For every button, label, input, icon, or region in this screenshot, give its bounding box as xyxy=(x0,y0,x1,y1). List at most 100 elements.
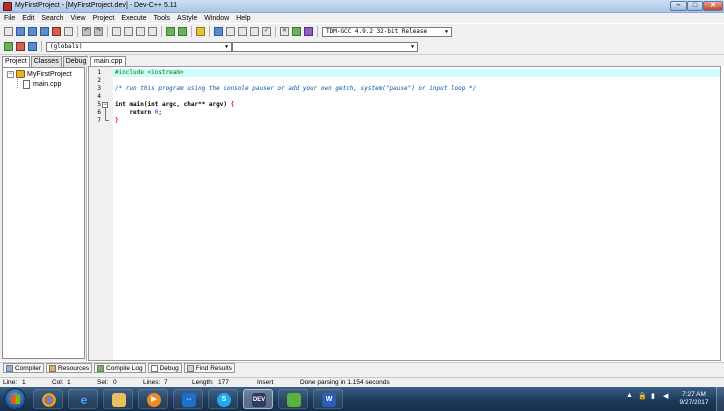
code-text: int main(int argc, char** argv) xyxy=(115,101,231,108)
security-lock-icon[interactable]: 🔒 xyxy=(638,392,647,400)
menu-edit[interactable]: Edit xyxy=(22,15,34,22)
toolbar-separator xyxy=(317,26,318,37)
code-area[interactable]: #include <iostream> /* run this program … xyxy=(113,67,720,360)
tab-compile-log-label: Compile Log xyxy=(106,364,143,372)
bookmark-icon[interactable] xyxy=(148,27,157,36)
windows-logo-icon xyxy=(11,395,20,404)
collapse-icon[interactable]: − xyxy=(7,70,14,78)
taskbar-word[interactable]: W xyxy=(313,389,343,409)
taskbar-explorer[interactable] xyxy=(103,389,133,409)
code-text: return xyxy=(115,109,155,116)
goto-line-icon[interactable] xyxy=(136,27,145,36)
menu-help[interactable]: Help xyxy=(236,15,250,22)
open-file-icon[interactable] xyxy=(16,27,25,36)
toggle-bookmark-icon[interactable] xyxy=(16,42,25,51)
remove-from-project-icon[interactable] xyxy=(178,27,187,36)
profile-chart-icon[interactable] xyxy=(292,27,301,36)
network-icon[interactable]: ▮ xyxy=(651,392,655,400)
project-options-icon[interactable] xyxy=(196,27,205,36)
save-icon[interactable] xyxy=(28,27,37,36)
syntax-check-icon[interactable]: ✓ xyxy=(262,27,271,36)
debug-check-icon xyxy=(150,364,158,372)
code-editor[interactable]: 1 2 3 4 5 6 7 − #include <iostream> /* r… xyxy=(88,66,721,361)
menu-file[interactable]: File xyxy=(4,15,15,22)
tab-project[interactable]: Project xyxy=(2,56,30,67)
undo-icon[interactable]: ↶ xyxy=(82,27,91,36)
line-gutter: 1 2 3 4 5 6 7 − xyxy=(89,67,113,360)
volume-icon[interactable]: ◀ xyxy=(663,392,668,400)
tab-find-results[interactable]: Find Results xyxy=(183,363,235,373)
line-number: 1 xyxy=(97,69,101,76)
new-project-icon[interactable] xyxy=(166,27,175,36)
tab-resources[interactable]: Resources xyxy=(46,363,93,373)
compile-icon[interactable] xyxy=(214,27,223,36)
save-all-icon[interactable] xyxy=(40,27,49,36)
compiler-select[interactable]: TDM-GCC 4.9.2 32-bit Release ▼ xyxy=(322,26,452,37)
windows-taskbar: e ▶ ⇔ S DEV W ▲ 🔒 ▮ ◀ 7:27 AM 9/27/2017 xyxy=(0,387,724,411)
menu-window[interactable]: Window xyxy=(204,15,229,22)
find-icon[interactable] xyxy=(112,27,121,36)
status-length-value: 177 xyxy=(218,379,229,386)
print-icon[interactable] xyxy=(64,27,73,36)
devcpp-app-icon xyxy=(3,2,12,11)
current-line-highlight xyxy=(113,69,720,77)
status-col-label: Col: xyxy=(52,379,64,386)
start-button[interactable] xyxy=(4,388,26,410)
chrome-icon xyxy=(42,393,56,407)
tab-debug[interactable]: Debug xyxy=(62,56,90,67)
close-button[interactable]: ✕ xyxy=(703,1,723,11)
menu-project[interactable]: Project xyxy=(93,15,115,22)
tab-compiler-label: Compiler xyxy=(15,364,42,372)
menu-astyle[interactable]: AStyle xyxy=(177,15,197,22)
toolbar-separator xyxy=(191,26,192,37)
show-desktop-button[interactable] xyxy=(716,387,724,411)
taskbar-skype[interactable]: S xyxy=(208,389,238,409)
tab-main-cpp[interactable]: main.cpp xyxy=(90,56,127,66)
taskbar-devcpp[interactable]: DEV xyxy=(243,389,273,409)
tree-item-file[interactable]: main.cpp xyxy=(23,80,61,89)
menu-execute[interactable]: Execute xyxy=(121,15,146,22)
taskbar-chrome[interactable] xyxy=(33,389,63,409)
rebuild-all-icon[interactable] xyxy=(250,27,259,36)
menu-search[interactable]: Search xyxy=(41,15,63,22)
show-hidden-icons-icon[interactable]: ▲ xyxy=(626,392,633,399)
status-line-value: 1 xyxy=(22,379,26,386)
tab-classes[interactable]: Classes xyxy=(30,56,62,67)
menu-tools[interactable]: Tools xyxy=(154,15,170,22)
compile-log-icon xyxy=(97,364,105,372)
taskbar-teamviewer[interactable]: ⇔ xyxy=(173,389,203,409)
clock-date[interactable]: 9/27/2017 xyxy=(676,399,712,407)
tab-compiler[interactable]: Compiler xyxy=(3,363,45,373)
project-tree: − MyFirstProject main.cpp xyxy=(2,67,85,359)
taskbar-chart-app[interactable] xyxy=(278,389,308,409)
function-select[interactable]: ▼ xyxy=(232,41,418,52)
status-col-value: 1 xyxy=(67,379,71,386)
replace-icon[interactable] xyxy=(124,27,133,36)
delete-profile-icon[interactable] xyxy=(304,27,313,36)
redo-icon[interactable]: ↷ xyxy=(94,27,103,36)
run-icon[interactable] xyxy=(226,27,235,36)
tab-debug-output[interactable]: Debug xyxy=(147,363,182,373)
taskbar-media-player[interactable]: ▶ xyxy=(138,389,168,409)
close-file-icon[interactable] xyxy=(52,27,61,36)
minimize-button[interactable]: – xyxy=(670,1,687,11)
insert-icon[interactable] xyxy=(4,42,13,51)
scope-select[interactable]: (globals) ▼ xyxy=(46,41,232,52)
tab-compile-log[interactable]: Compile Log xyxy=(94,363,146,373)
scope-select-value: (globals) xyxy=(50,43,83,50)
line-number: 7 xyxy=(97,117,101,124)
tree-connector xyxy=(17,79,18,88)
left-panel-tabs: Project Classes Debug xyxy=(2,56,90,67)
stop-execution-icon[interactable]: ✕ xyxy=(280,27,289,36)
menu-view[interactable]: View xyxy=(71,15,86,22)
new-file-icon[interactable] xyxy=(4,27,13,36)
taskbar-ie[interactable]: e xyxy=(68,389,98,409)
compile-run-icon[interactable] xyxy=(238,27,247,36)
goto-bookmark-icon[interactable] xyxy=(28,42,37,51)
tree-item-project[interactable]: − MyFirstProject xyxy=(7,70,72,78)
toolbar-separator xyxy=(161,26,162,37)
bottom-panel-tabs: Compiler Resources Compile Log Debug Fin… xyxy=(0,362,724,373)
maximize-button[interactable]: □ xyxy=(687,1,703,11)
code-semicolon: ; xyxy=(158,109,162,116)
clock-time[interactable]: 7:27 AM xyxy=(676,391,712,399)
